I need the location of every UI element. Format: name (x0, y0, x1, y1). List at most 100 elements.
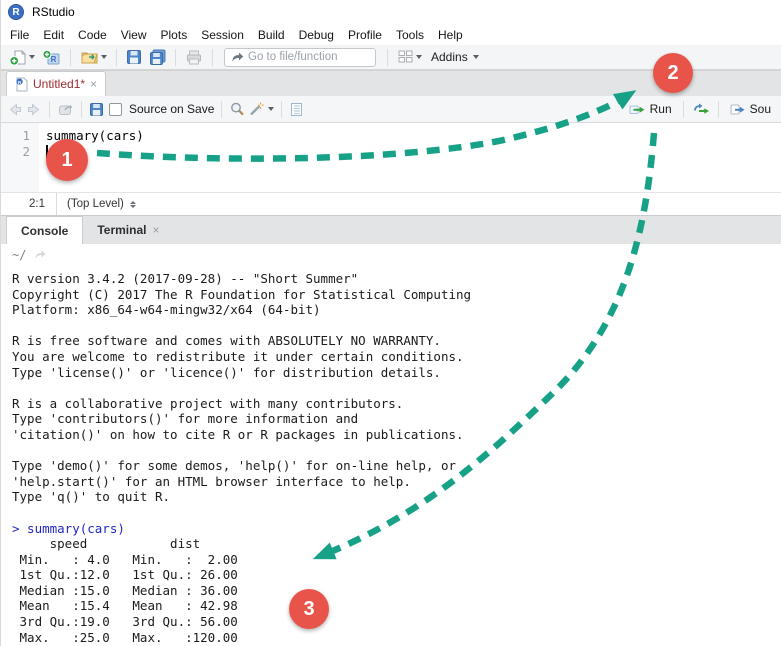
console-line: Type 'contributors()' for more informati… (12, 411, 359, 427)
cursor-position: 2:1 (1, 193, 57, 215)
console-line: speed dist (12, 536, 201, 552)
chevron-down-icon (268, 107, 275, 111)
terminal-tab-label: Terminal (97, 223, 147, 237)
tab-untitled1[interactable]: R Untitled1* × (6, 71, 107, 96)
source-on-save-checkbox[interactable] (109, 102, 122, 116)
title-bar: R RStudio (1, 0, 781, 24)
menu-file[interactable]: File (3, 26, 36, 44)
menu-build[interactable]: Build (251, 26, 292, 44)
menu-session[interactable]: Session (194, 26, 251, 44)
goto-directory-icon[interactable] (33, 248, 47, 261)
menu-plots[interactable]: Plots (154, 26, 195, 44)
goto-arrow-icon (230, 50, 244, 64)
console-line: 1st Qu.:12.0 1st Qu.: 26.00 (12, 567, 238, 583)
new-project-button[interactable]: R (40, 48, 63, 67)
console-line: 3rd Qu.:19.0 3rd Qu.: 56.00 (12, 614, 238, 630)
menu-code[interactable]: Code (71, 26, 114, 44)
goto-file-search[interactable] (224, 47, 376, 67)
chevron-down-icon (101, 55, 107, 59)
menu-bar: File Edit Code View Plots Session Build Debug Pr… (1, 24, 781, 45)
tab-console[interactable]: Console (6, 216, 84, 244)
menu-profile[interactable]: Profile (341, 26, 389, 44)
console-line: R is a collaborative project with many c… (12, 395, 404, 411)
source-icon (730, 102, 746, 117)
console-line: Type 'demo()' for some demos, 'help()' f… (12, 458, 457, 474)
line-number: 2 (22, 144, 30, 159)
save-icon (126, 49, 142, 65)
compile-report-icon[interactable] (289, 102, 304, 117)
tab-terminal[interactable]: Terminal × (83, 216, 173, 244)
panes-layout-button[interactable] (395, 48, 424, 66)
new-file-icon (9, 49, 27, 66)
open-file-button[interactable] (78, 48, 109, 66)
close-icon[interactable]: × (90, 78, 97, 90)
source-label: Sou (749, 102, 771, 116)
run-label: Run (649, 102, 672, 116)
rstudio-logo-icon: R (8, 4, 24, 20)
console-line: 'help.start()' for an HTML browser inter… (12, 473, 411, 489)
save-button[interactable] (124, 48, 144, 66)
annotation-badge-2: 2 (653, 53, 693, 93)
svg-text:R: R (51, 55, 57, 64)
editor-status-bar: 2:1 (Top Level) (1, 192, 781, 215)
print-icon (185, 49, 203, 65)
toolbar-separator (212, 48, 213, 66)
goto-file-input[interactable] (248, 51, 366, 63)
chevron-down-icon (472, 55, 479, 59)
toolbar-separator (116, 48, 117, 66)
editor-gutter: 12 (1, 123, 39, 192)
scope-label: (Top Level) (67, 198, 124, 210)
annotation-badge-3: 3 (289, 589, 329, 629)
source-button[interactable]: Sou (726, 100, 775, 119)
console-line: Platform: x86_64-w64-mingw32/x64 (64-bit… (12, 302, 321, 318)
console-line: Mean :15.4 Mean : 42.98 (12, 598, 238, 614)
menu-help[interactable]: Help (431, 26, 470, 44)
tab-label: Untitled1* (33, 77, 86, 91)
console-tab-bar: Console Terminal × (1, 215, 781, 244)
forward-arrow-icon[interactable] (26, 102, 42, 117)
open-folder-icon (80, 49, 99, 65)
console-line: Min. : 4.0 Min. : 2.00 (12, 551, 238, 567)
console-line: Type 'license()' or 'licence()' for dist… (12, 364, 441, 380)
run-button[interactable]: Run (625, 100, 676, 119)
r-script-file-icon: R (15, 77, 28, 92)
rerun-icon[interactable] (691, 102, 711, 117)
annotation-badge-1: 1 (46, 139, 88, 181)
code-tools-wand-icon[interactable] (248, 101, 265, 117)
save-icon[interactable] (89, 102, 104, 117)
menu-view[interactable]: View (114, 26, 154, 44)
close-icon[interactable]: × (152, 224, 159, 236)
run-icon (629, 102, 646, 117)
menu-debug[interactable]: Debug (292, 26, 341, 44)
back-arrow-icon[interactable] (7, 102, 23, 117)
scope-selector[interactable]: (Top Level) (57, 198, 136, 210)
console-line: > summary(cars) (12, 520, 125, 536)
panes-grid-icon (397, 49, 414, 65)
window-title: RStudio (32, 5, 75, 19)
editor-toolbar-right: Run Sou (625, 100, 775, 119)
editor-body[interactable]: 12 summary(cars) (1, 123, 781, 192)
new-file-button[interactable] (7, 48, 37, 67)
search-icon[interactable] (229, 101, 245, 117)
save-all-button[interactable] (147, 48, 168, 67)
console-pane: Console Terminal × ~/ R version 3.4.2 (2… (1, 215, 781, 646)
addins-label: Addins (431, 50, 468, 64)
toolbar-separator (221, 100, 223, 118)
console-output[interactable]: R version 3.4.2 (2017-09-28) -- "Short S… (1, 265, 781, 646)
toolbar-separator (717, 100, 719, 118)
menu-tools[interactable]: Tools (389, 26, 431, 44)
menu-edit[interactable]: Edit (36, 26, 71, 44)
toolbar-separator (70, 48, 71, 66)
working-directory: ~/ (12, 247, 27, 262)
source-on-save-label: Source on Save (129, 102, 215, 116)
console-line: R version 3.4.2 (2017-09-28) -- "Short S… (12, 271, 359, 286)
toolbar-separator (49, 100, 50, 118)
open-in-new-window-icon[interactable] (57, 102, 74, 117)
console-line: You are welcome to redistribute it under… (12, 348, 464, 364)
print-button[interactable] (183, 48, 205, 66)
addins-dropdown[interactable]: Addins (427, 50, 483, 64)
console-line: Max. :25.0 Max. :120.00 (12, 629, 238, 645)
